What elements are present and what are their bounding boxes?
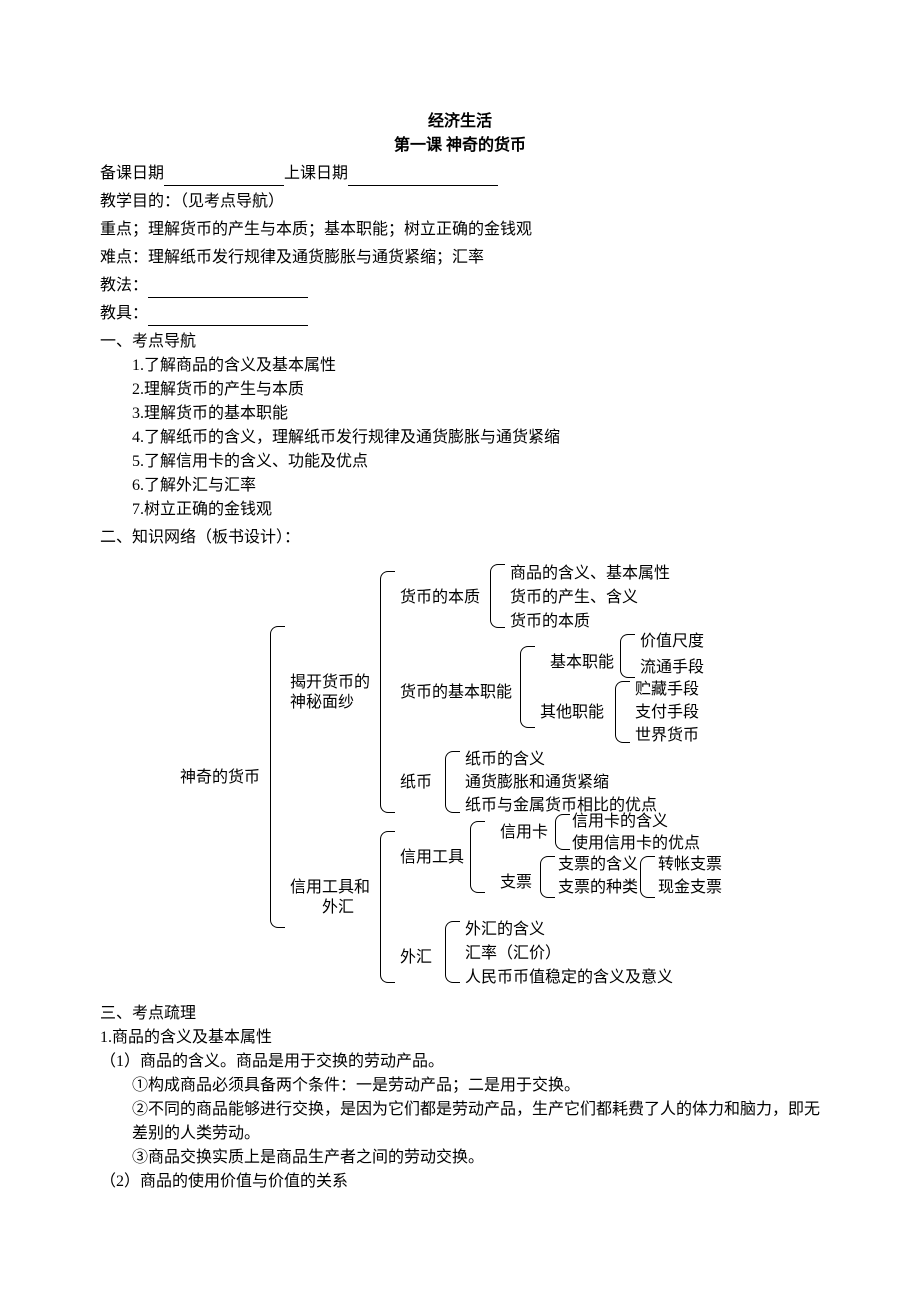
diagram-node: 纸币的含义 <box>465 748 545 772</box>
diagram-node: 其他职能 <box>540 701 604 725</box>
method-blank <box>148 281 308 298</box>
diagram-root: 神奇的货币 <box>180 766 260 790</box>
section-2-heading: 二、知识网络（板书设计）： <box>100 526 820 550</box>
diagram-node: 外汇 <box>322 896 354 920</box>
exam-points-list: 1.了解商品的含义及基本属性 2.理解货币的产生与本质 3.理解货币的基本职能 … <box>100 354 820 522</box>
brace-icon <box>380 831 395 983</box>
diagram-node: 商品的含义、基本属性 <box>510 562 670 586</box>
teach-date-blank <box>348 169 498 186</box>
diagram-node: 基本职能 <box>550 651 614 675</box>
brace-icon <box>540 856 555 898</box>
tool-label: 教具： <box>100 305 148 322</box>
exam-point-item: 1.了解商品的含义及基本属性 <box>132 354 820 378</box>
document-page: 经济生活 第一课 神奇的货币 备课日期 上课日期 教学目的：（见考点导航） 重点；… <box>0 0 920 1302</box>
exam-point-item: 5.了解信用卡的含义、功能及优点 <box>132 450 820 474</box>
doc-title: 经济生活 <box>100 110 820 134</box>
paragraph: ③商品交换实质上是商品生产者之间的劳动交换。 <box>100 1146 820 1170</box>
diagram-node: 转帐支票 <box>658 853 722 877</box>
paragraph: ②不同的商品能够进行交换，是因为它们都是劳动产品，生产它们都耗费了人的体力和脑力… <box>100 1098 820 1146</box>
diagram-node: 人民币币值稳定的含义及意义 <box>465 966 673 990</box>
brace-icon <box>445 921 460 983</box>
diagram-node: 信用卡的含义 <box>572 810 668 834</box>
brace-icon <box>615 681 630 743</box>
brace-icon <box>520 646 535 728</box>
brace-icon <box>640 856 655 898</box>
subheading: 1.商品的含义及基本属性 <box>100 1026 820 1050</box>
difficulty-line: 难点：理解纸币发行规律及通货膨胀与通货紧缩；汇率 <box>100 246 820 270</box>
teach-date-label: 上课日期 <box>284 165 348 182</box>
title-block: 经济生活 第一课 神奇的货币 <box>100 110 820 158</box>
exam-point-item: 3.理解货币的基本职能 <box>132 402 820 426</box>
prep-date-label: 备课日期 <box>100 165 164 182</box>
brace-icon <box>380 571 395 813</box>
paragraph: ①构成商品必须具备两个条件：一是劳动产品；二是用于交换。 <box>100 1074 820 1098</box>
tool-line: 教具： <box>100 302 820 326</box>
diagram-node: 信用卡 <box>500 821 548 845</box>
diagram-node: 货币的基本职能 <box>400 681 512 705</box>
exam-point-item: 6.了解外汇与汇率 <box>132 474 820 498</box>
diagram-node: 货币的本质 <box>400 586 480 610</box>
brace-icon <box>270 626 285 928</box>
diagram-node: 贮藏手段 <box>635 678 699 702</box>
exam-point-item: 7.树立正确的金钱观 <box>132 498 820 522</box>
diagram-node: 支付手段 <box>635 701 699 725</box>
diagram-node: 货币的产生、含义 <box>510 586 638 610</box>
diagram-node: 支票的含义 <box>558 853 638 877</box>
section-3-heading: 三、考点疏理 <box>100 1002 820 1026</box>
brace-icon <box>555 814 570 850</box>
brace-icon <box>620 634 635 678</box>
prep-date-blank <box>164 169 284 186</box>
diagram-node: 货币的本质 <box>510 610 590 634</box>
brace-icon <box>470 821 485 893</box>
method-label: 教法： <box>100 277 148 294</box>
diagram-node: 外汇 <box>400 946 432 970</box>
diagram-node: 世界货币 <box>635 724 699 748</box>
diagram-node: 神秘面纱 <box>290 691 354 715</box>
lesson-title: 第一课 神奇的货币 <box>100 134 820 158</box>
exam-point-item: 2.理解货币的产生与本质 <box>132 378 820 402</box>
diagram-node: 汇率（汇价） <box>465 942 561 966</box>
diagram-node: 纸币 <box>400 771 432 795</box>
brace-icon <box>490 564 505 628</box>
diagram-node: 现金支票 <box>658 876 722 900</box>
diagram-node: 支票的种类 <box>558 876 638 900</box>
exam-point-item: 4.了解纸币的含义，理解纸币发行规律及通货膨胀与通货紧缩 <box>132 426 820 450</box>
diagram-node: 支票 <box>500 871 532 895</box>
tool-blank <box>148 309 308 326</box>
diagram-node: 价值尺度 <box>640 630 704 654</box>
paragraph: （2）商品的使用价值与价值的关系 <box>100 1170 820 1194</box>
section-1-heading: 一、考点导航 <box>100 330 820 354</box>
method-line: 教法： <box>100 274 820 298</box>
brace-icon <box>445 751 460 813</box>
key-point-line: 重点；理解货币的产生与本质；基本职能；树立正确的金钱观 <box>100 218 820 242</box>
diagram-node: 流通手段 <box>640 656 704 680</box>
diagram-node: 外汇的含义 <box>465 918 545 942</box>
section-3: 三、考点疏理 1.商品的含义及基本属性 （1）商品的含义。商品是用于交换的劳动产… <box>100 1002 820 1194</box>
date-line: 备课日期 上课日期 <box>100 162 820 186</box>
diagram-node: 信用工具 <box>400 846 464 870</box>
objective-line: 教学目的：（见考点导航） <box>100 190 820 214</box>
diagram-node: 通货膨胀和通货紧缩 <box>465 771 609 795</box>
paragraph: （1）商品的含义。商品是用于交换的劳动产品。 <box>100 1050 820 1074</box>
knowledge-diagram: 神奇的货币 揭开货币的 神秘面纱 信用工具和 外汇 货币的本质 货币的基本职能 … <box>100 556 820 996</box>
